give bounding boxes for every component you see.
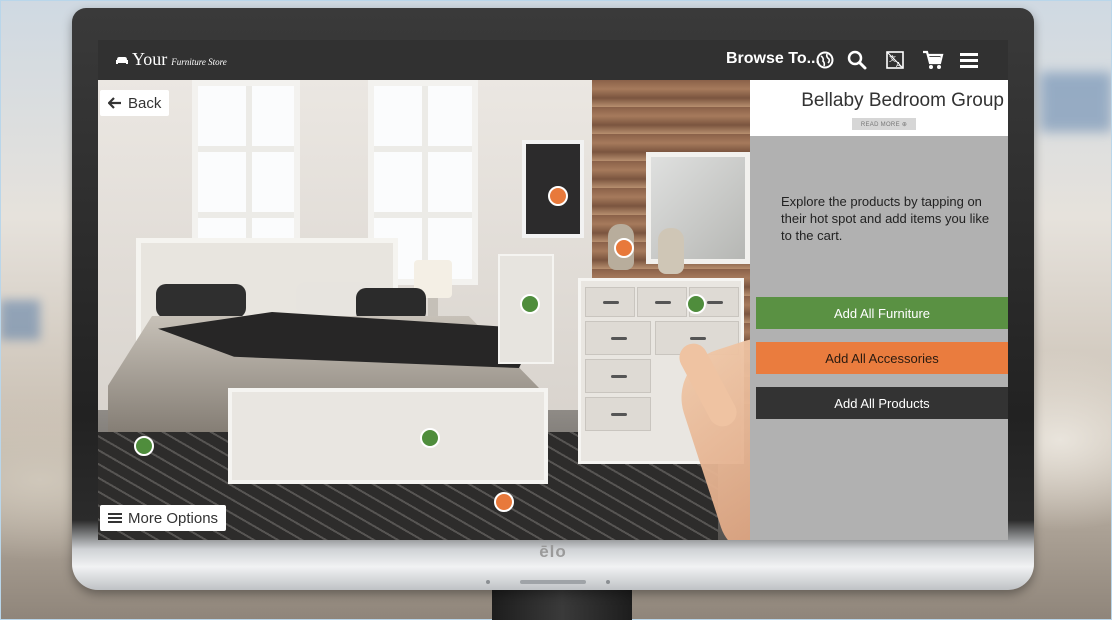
- add-all-accessories-button[interactable]: Add All Accessories: [756, 342, 1008, 374]
- svg-text:文: 文: [889, 54, 896, 63]
- drawer-pull: [707, 301, 723, 304]
- arrow-left-icon: [108, 97, 121, 109]
- hotspot-rug[interactable]: [494, 492, 514, 512]
- globe-icon[interactable]: [810, 45, 840, 75]
- svg-text:A: A: [896, 61, 901, 69]
- kiosk-screen: Your Furniture Store Browse To... 文A Bac…: [98, 40, 1008, 540]
- monitor-brand-logo: ēlo: [539, 542, 567, 561]
- product-panel: Bellaby Bedroom Group READ MORE ⊕ Explor…: [750, 80, 1008, 540]
- back-button-label: Back: [128, 94, 162, 112]
- sofa-icon: [116, 56, 128, 68]
- panel-instructions: Explore the products by tapping on their…: [781, 194, 990, 243]
- dresser-drawer: [637, 287, 687, 317]
- hotspot-wall-art[interactable]: [548, 186, 568, 206]
- add-all-products-button[interactable]: Add All Products: [756, 387, 1008, 419]
- window-mullion: [422, 86, 428, 279]
- drawer-pull: [603, 301, 619, 304]
- window-mullion: [374, 146, 472, 152]
- back-button[interactable]: Back: [100, 90, 170, 116]
- hotspot-dresser[interactable]: [686, 294, 706, 314]
- read-more-button[interactable]: READ MORE ⊕: [852, 118, 916, 130]
- hotspot-nightstand[interactable]: [134, 436, 154, 456]
- menu-icon: [108, 513, 122, 523]
- bed-footboard: [228, 388, 548, 484]
- dresser-drawer: [585, 397, 651, 431]
- logo-main-text: Your: [132, 49, 168, 69]
- more-options-label: More Options: [128, 509, 219, 527]
- product-group-title: Bellaby Bedroom Group: [801, 90, 1004, 111]
- room-scene-image: Back More Options: [98, 80, 750, 540]
- more-options-button[interactable]: More Options: [100, 505, 227, 531]
- drawer-pull: [611, 413, 627, 416]
- logo-sub-text: Furniture Store: [171, 57, 227, 67]
- window-mullion: [198, 212, 294, 218]
- add-all-furniture-button[interactable]: Add All Furniture: [756, 297, 1008, 329]
- drawer-pull: [611, 337, 627, 340]
- hotspot-bed[interactable]: [420, 428, 440, 448]
- store-logo[interactable]: Your Furniture Store: [116, 49, 227, 70]
- drawer-pull: [611, 375, 627, 378]
- window-mullion: [198, 146, 294, 152]
- drawer-pull: [690, 337, 706, 340]
- monitor-stand: [492, 588, 632, 620]
- hotspot-chest[interactable]: [520, 294, 540, 314]
- menu-icon[interactable]: [954, 45, 984, 75]
- dresser-drawer: [585, 321, 651, 355]
- product-panel-header: Bellaby Bedroom Group READ MORE ⊕: [750, 80, 1008, 136]
- monitor-button-strip[interactable]: [520, 580, 586, 584]
- hotspot-vase[interactable]: [614, 238, 634, 258]
- window-mullion: [374, 212, 472, 218]
- dresser-drawer: [585, 287, 635, 317]
- vase: [658, 228, 684, 274]
- dresser-drawer: [585, 359, 651, 393]
- search-icon[interactable]: [842, 45, 872, 75]
- cart-icon[interactable]: [918, 45, 948, 75]
- browse-to-menu[interactable]: Browse To...: [726, 50, 820, 68]
- monitor: ēlo Your Furniture Store Browse To... 文A: [72, 8, 1034, 590]
- monitor-indicator-left: [486, 580, 490, 584]
- top-nav-bar: Your Furniture Store Browse To... 文A: [98, 40, 1008, 80]
- language-icon[interactable]: 文A: [880, 45, 910, 75]
- drawer-pull: [655, 301, 671, 304]
- monitor-indicator-right: [606, 580, 610, 584]
- pillow: [156, 284, 246, 318]
